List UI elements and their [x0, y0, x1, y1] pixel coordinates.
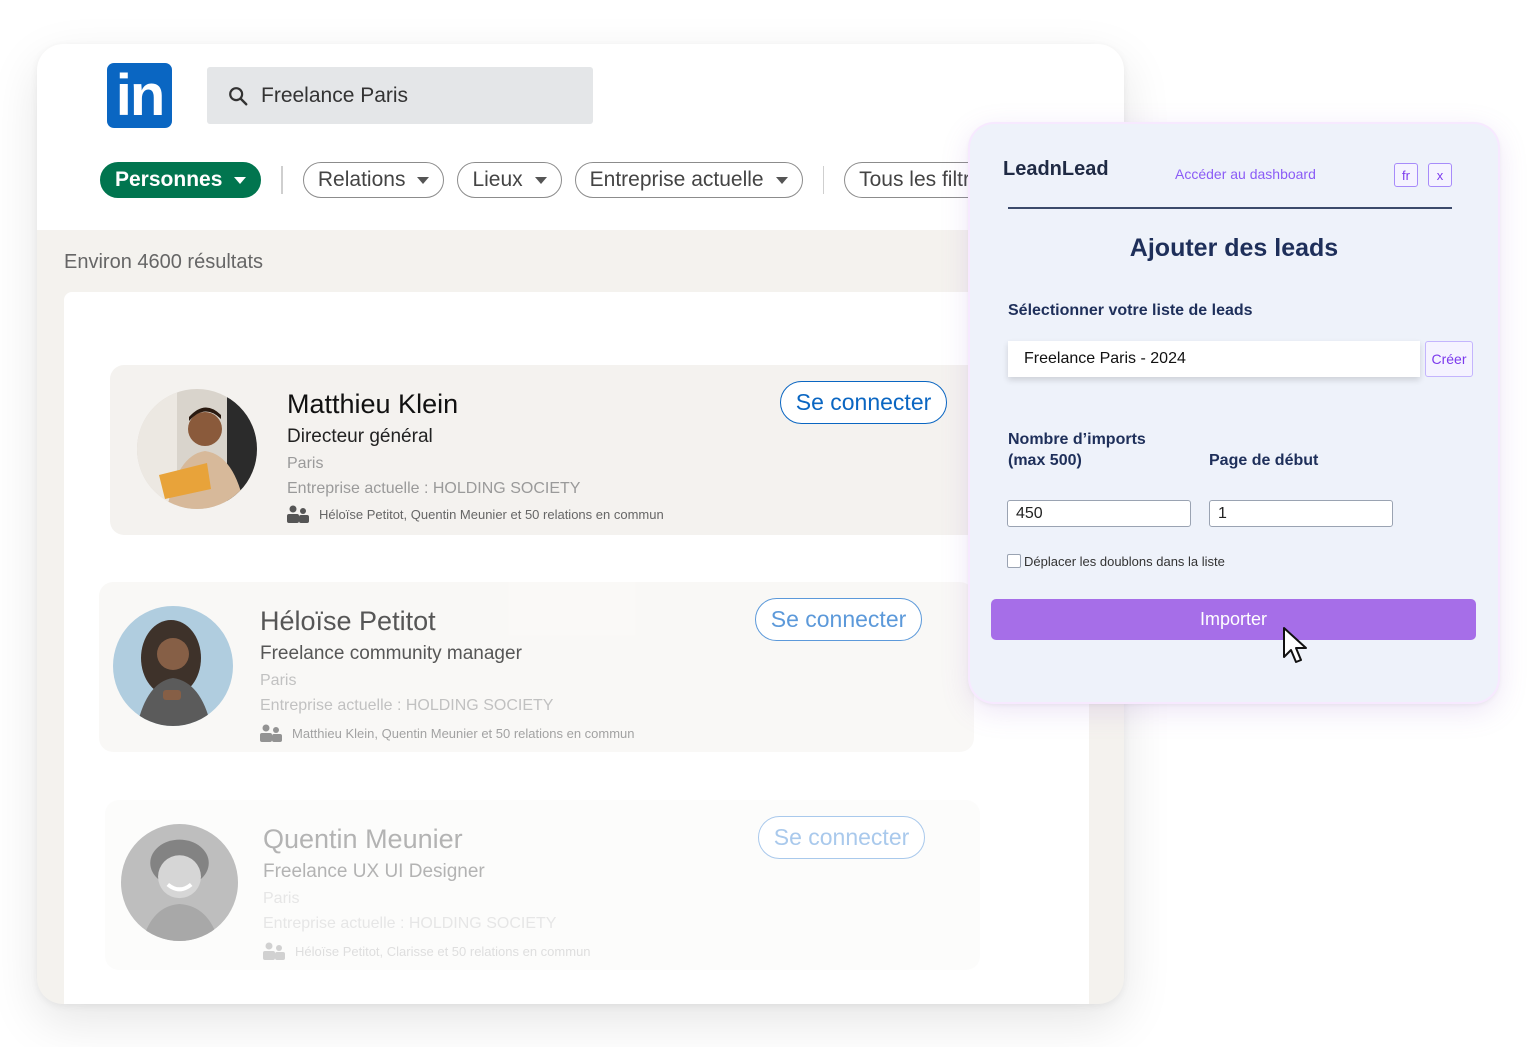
results-panel: Matthieu Klein Directeur général Paris E…	[64, 292, 1089, 1004]
people-icon	[260, 724, 282, 742]
caret-down-icon	[234, 176, 247, 184]
mutual-text: Matthieu Klein, Quentin Meunier et 50 re…	[292, 725, 635, 741]
people-icon	[287, 505, 309, 523]
profile-location: Paris	[260, 672, 297, 689]
profile-company: Entreprise actuelle : HOLDING SOCIETY	[287, 480, 581, 497]
linkedin-logo[interactable]: in	[107, 63, 172, 128]
profile-card: Matthieu Klein Directeur général Paris E…	[110, 365, 1010, 535]
panel-title: Ajouter des leads	[1129, 234, 1339, 262]
imports-label-line1: Nombre d’imports	[1008, 431, 1146, 448]
profile-name[interactable]: Héloïse Petitot	[260, 606, 436, 637]
results-count: Environ 4600 résultats	[64, 251, 264, 273]
avatar[interactable]	[137, 389, 257, 509]
profile-role: Directeur général	[287, 426, 433, 447]
list-label: Sélectionner votre liste de leads	[1008, 302, 1253, 319]
filter-bar: Personnes Relations Lieux Entreprise act…	[100, 162, 1017, 198]
profile-company: Entreprise actuelle : HOLDING SOCIETY	[260, 697, 554, 714]
close-button[interactable]: x	[1428, 163, 1452, 187]
filter-lieux[interactable]: Lieux	[457, 162, 562, 198]
mutual-connections: Héloïse Petitot, Clarisse et 50 relation…	[263, 942, 591, 960]
avatar[interactable]	[113, 606, 233, 726]
import-button[interactable]: Importer	[991, 599, 1476, 640]
mutual-text: Héloïse Petitot, Quentin Meunier et 50 r…	[319, 506, 664, 522]
profile-card: Héloïse Petitot Freelance community mana…	[99, 582, 974, 752]
mouse-cursor-icon	[1283, 627, 1307, 663]
duplicates-checkbox[interactable]	[1007, 554, 1021, 568]
people-icon	[263, 942, 285, 960]
connect-button[interactable]: Se connecter	[758, 816, 925, 859]
filter-divider	[281, 166, 283, 194]
header-divider	[1008, 207, 1452, 209]
start-page-input[interactable]: 1	[1209, 500, 1393, 527]
create-list-button[interactable]: Créer	[1425, 341, 1473, 377]
profile-name[interactable]: Quentin Meunier	[263, 824, 463, 855]
filter-personnes[interactable]: Personnes	[100, 162, 262, 198]
profile-company: Entreprise actuelle : HOLDING SOCIETY	[263, 915, 557, 932]
profile-location: Paris	[287, 455, 324, 472]
imports-count-input[interactable]: 450	[1007, 500, 1191, 527]
leadnlead-panel: LeadnLead Accéder au dashboard fr x Ajou…	[970, 124, 1498, 702]
filter-label: Lieux	[472, 168, 523, 191]
mutual-connections: Matthieu Klein, Quentin Meunier et 50 re…	[260, 724, 635, 742]
filter-label: Tous les filtre	[859, 168, 982, 191]
profile-role: Freelance UX UI Designer	[263, 861, 485, 882]
mutual-text: Héloïse Petitot, Clarisse et 50 relation…	[295, 943, 591, 959]
language-button[interactable]: fr	[1394, 163, 1418, 187]
dashboard-link[interactable]: Accéder au dashboard	[1175, 166, 1316, 182]
caret-down-icon	[534, 176, 547, 184]
imports-label: Nombre d’imports (max 500)	[1008, 429, 1146, 471]
profile-card: Quentin Meunier Freelance UX UI Designer…	[105, 800, 980, 970]
profile-name[interactable]: Matthieu Klein	[287, 389, 458, 420]
mutual-connections: Héloïse Petitot, Quentin Meunier et 50 r…	[287, 505, 664, 523]
filter-relations[interactable]: Relations	[302, 162, 445, 198]
linkedin-header: in Freelance Paris Personnes Relations L…	[37, 44, 1124, 230]
filter-entreprise-actuelle[interactable]: Entreprise actuelle	[574, 162, 803, 198]
filter-label: Entreprise actuelle	[589, 168, 764, 191]
avatar[interactable]	[121, 824, 238, 941]
search-input[interactable]: Freelance Paris	[261, 84, 408, 108]
filter-label: Personnes	[115, 168, 223, 191]
imports-label-line2: (max 500)	[1008, 452, 1082, 469]
search-icon	[229, 86, 248, 105]
filter-divider	[822, 166, 825, 194]
caret-down-icon	[775, 176, 788, 184]
duplicates-label[interactable]: Déplacer les doublons dans la liste	[1024, 554, 1225, 569]
filter-label: Relations	[317, 168, 406, 191]
profile-role: Freelance community manager	[260, 643, 522, 664]
start-page-label: Page de début	[1209, 452, 1319, 469]
search-bar[interactable]: Freelance Paris	[207, 67, 593, 124]
connect-button[interactable]: Se connecter	[780, 381, 947, 424]
linkedin-window: in Freelance Paris Personnes Relations L…	[37, 44, 1124, 1004]
connect-button[interactable]: Se connecter	[755, 598, 922, 641]
lead-list-select[interactable]: Freelance Paris - 2024	[1008, 341, 1420, 377]
caret-down-icon	[417, 176, 430, 184]
leadnlead-logo: LeadnLead	[1003, 158, 1109, 180]
profile-location: Paris	[263, 890, 300, 907]
